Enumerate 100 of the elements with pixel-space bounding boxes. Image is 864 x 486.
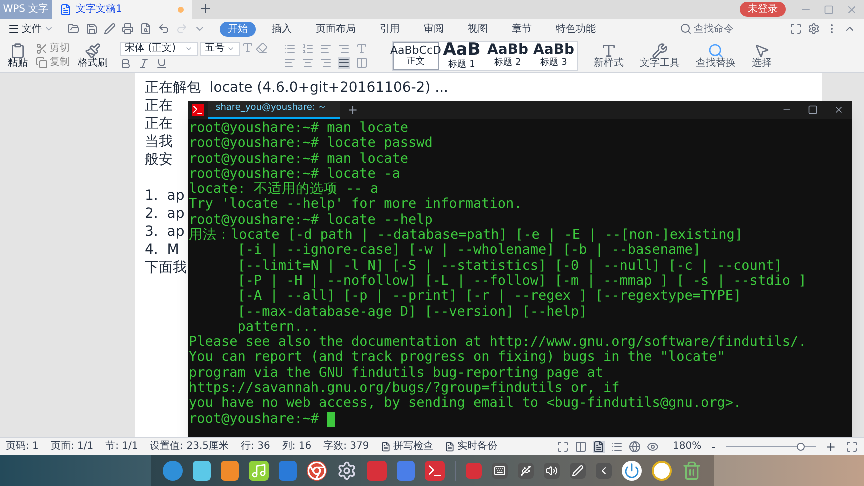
app-label: WPS 文字: [0, 0, 52, 19]
login-badge[interactable]: 未登录: [740, 2, 786, 17]
close-icon[interactable]: [834, 105, 844, 115]
font-select[interactable]: 宋体 (正文): [120, 42, 198, 56]
paste-button[interactable]: 粘贴: [8, 42, 28, 68]
status-item: 行: 36: [241, 440, 270, 454]
align-center-icon[interactable]: [302, 56, 314, 68]
style-preset[interactable]: AaBb 标题 2: [485, 42, 531, 70]
scissors-icon: [36, 42, 48, 54]
format-painter-button[interactable]: 格式刷: [78, 42, 108, 68]
save-icon[interactable]: [86, 23, 98, 35]
ribbon-tab[interactable]: 视图: [460, 22, 496, 36]
terminal-new-tab-button[interactable]: +: [340, 101, 366, 119]
ribbon-tab[interactable]: 页面布局: [308, 22, 364, 36]
keyboard-icon[interactable]: [492, 462, 508, 478]
terminal-line: program via the GNU findutils bug-reporting page at: [189, 366, 604, 382]
ribbon-tool-button[interactable]: 新样式: [594, 42, 624, 68]
align-right-icon[interactable]: [320, 56, 332, 68]
status-item: 节: 1/1: [106, 440, 138, 454]
zoom-out-button[interactable]: -: [708, 440, 720, 452]
columns-icon[interactable]: [356, 56, 368, 68]
terminal-line: root@youshare:~#: [189, 412, 320, 427]
zoom-slider-thumb[interactable]: [796, 442, 805, 450]
status-toggle[interactable]: 拼写检查: [381, 439, 434, 454]
ribbon-tab[interactable]: 引用: [372, 22, 408, 36]
document-text: 正在: [145, 97, 173, 115]
preview-icon[interactable]: [140, 23, 152, 35]
terminal-line: [-i | --ignore-case] [-w | --wholename] [-b | --basename]: [236, 243, 702, 259]
pointer-icon: [754, 42, 770, 58]
status-item: 字数: 379: [324, 440, 370, 454]
settings-icon[interactable]: [808, 23, 820, 35]
frame-icon[interactable]: [790, 23, 802, 35]
browser-icon[interactable]: [306, 460, 326, 480]
fit-icon[interactable]: [846, 440, 858, 452]
text-icon[interactable]: [356, 42, 368, 54]
ribbon-tab[interactable]: 插入: [264, 22, 300, 36]
volume-icon[interactable]: [544, 462, 560, 478]
align-left-icon[interactable]: [284, 56, 296, 68]
maximize-icon[interactable]: [808, 105, 818, 115]
ribbon-tool-button[interactable]: 查找替换: [696, 42, 736, 68]
ribbon-tab[interactable]: 审阅: [416, 22, 452, 36]
ribbon-tab[interactable]: 特色功能: [548, 22, 604, 36]
eye-icon[interactable]: [647, 440, 659, 452]
pen-icon[interactable]: [570, 462, 586, 478]
cursor-block: [327, 412, 336, 427]
status-toggle[interactable]: 实时备份: [445, 439, 498, 454]
trash-icon[interactable]: [682, 460, 702, 480]
list-item-text: 2. ap: [145, 205, 185, 223]
terminal-tab[interactable]: share_you@youshare: ~: [208, 101, 340, 119]
bold-icon[interactable]: [120, 58, 132, 70]
status-item: 设置值: 23.5厘米: [150, 440, 230, 454]
terminal-line: root@youshare:~# locate --help: [189, 212, 433, 228]
launcher-icon[interactable]: [162, 460, 182, 480]
document-tab[interactable]: 文字文稿1: [52, 0, 192, 19]
terminal-line: https://savannah.gnu.org/bugs/?group=findutils or, if: [189, 381, 620, 396]
numbered-list-icon[interactable]: [302, 42, 314, 54]
web-view-icon[interactable]: [629, 440, 641, 452]
grow-font-icon[interactable]: [242, 42, 254, 54]
command-search-field[interactable]: 查找命令: [680, 22, 744, 36]
terminal-line: [-P | -H | --nofollow] [-L | --follow] [-m | --mmap ] [ -s | --stdio ]: [236, 274, 807, 290]
terminal-line: root@youshare:~# man locate: [189, 121, 408, 136]
zoom-value[interactable]: 180%: [673, 439, 702, 454]
italic-icon[interactable]: [138, 58, 150, 70]
ribbon-tool-button[interactable]: 选择: [752, 42, 772, 68]
style-preset[interactable]: AaBbCcD 正文: [393, 42, 439, 70]
justify-icon[interactable]: [338, 56, 350, 68]
terminal-icon[interactable]: [424, 460, 444, 480]
ribbon-tab[interactable]: 开始: [220, 22, 256, 36]
ribbon-tab[interactable]: 章节: [504, 22, 540, 36]
usb-icon[interactable]: [518, 462, 534, 478]
font-size-select[interactable]: 五号: [200, 42, 240, 56]
book-view-icon[interactable]: [575, 440, 587, 452]
terminal-line: you have no web access, by sending email to <bug-findutils@gnu.org>.: [189, 396, 742, 412]
chevron-left-icon[interactable]: [596, 462, 612, 478]
style-preset[interactable]: AaBb 标题 3: [531, 42, 577, 70]
undo-icon[interactable]: [158, 23, 170, 35]
page-view-icon[interactable]: [593, 440, 605, 452]
terminal-line: pattern...: [236, 320, 320, 336]
terminal-line: [--max-database-age D] [--version] [--help]: [236, 304, 588, 320]
file-menu[interactable]: 文件: [8, 22, 54, 36]
zoom-slider[interactable]: [726, 442, 816, 450]
music-icon[interactable]: [248, 460, 268, 480]
paintbrush-icon: [85, 42, 101, 58]
document-text: 正在解包 locate (4.6.0+git+20161106-2) ...: [145, 79, 448, 97]
menu-icon: [8, 23, 20, 35]
document-icon: [60, 4, 72, 16]
zoom-in-button[interactable]: +: [822, 440, 840, 452]
wrench-icon: [652, 42, 668, 58]
pen-icon[interactable]: [104, 23, 116, 35]
power-icon[interactable]: [622, 460, 642, 480]
ribbon-tool-button[interactable]: 文字工具: [640, 42, 680, 68]
print-icon[interactable]: [122, 23, 134, 35]
underline-icon[interactable]: [156, 58, 168, 70]
fullscreen-icon[interactable]: [557, 440, 569, 452]
status-item: 列: 16: [282, 440, 312, 454]
new-tab-button[interactable]: +: [192, 0, 220, 20]
list-item-text: 3. ap: [145, 223, 185, 241]
folder-icon[interactable]: [68, 23, 80, 35]
eraser-icon[interactable]: [256, 42, 268, 54]
document-icon: [445, 442, 456, 452]
